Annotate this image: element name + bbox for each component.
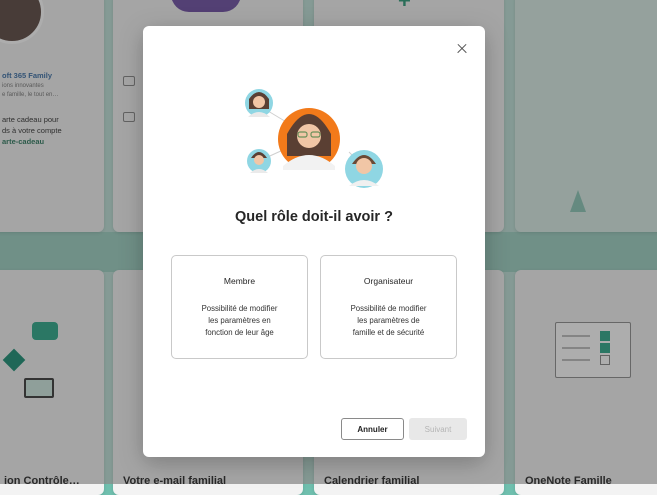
option-description: Possibilité de modifier les paramètres d… bbox=[350, 304, 427, 337]
avatar-child-small bbox=[247, 149, 271, 173]
family-illustration bbox=[245, 89, 383, 188]
avatar-woman-center bbox=[278, 108, 340, 170]
role-option-organizer[interactable]: Organisateur Possibilité de modifier les… bbox=[320, 255, 457, 359]
option-title: Organisateur bbox=[363, 276, 414, 286]
dialog-title: Quel rôle doit-il avoir ? bbox=[235, 209, 393, 225]
next-button[interactable]: Suivant bbox=[409, 418, 467, 440]
option-description: Possibilité de modifier les paramètres e… bbox=[201, 304, 278, 337]
option-title: Membre bbox=[223, 276, 256, 286]
role-option-member[interactable]: Membre Possibilité de modifier les param… bbox=[171, 255, 308, 359]
avatar-man bbox=[345, 150, 383, 188]
role-dialog: Quel rôle doit-il avoir ? Membre Possibi… bbox=[143, 26, 485, 457]
cancel-button[interactable]: Annuler bbox=[341, 418, 404, 440]
avatar-woman-small bbox=[245, 89, 273, 117]
